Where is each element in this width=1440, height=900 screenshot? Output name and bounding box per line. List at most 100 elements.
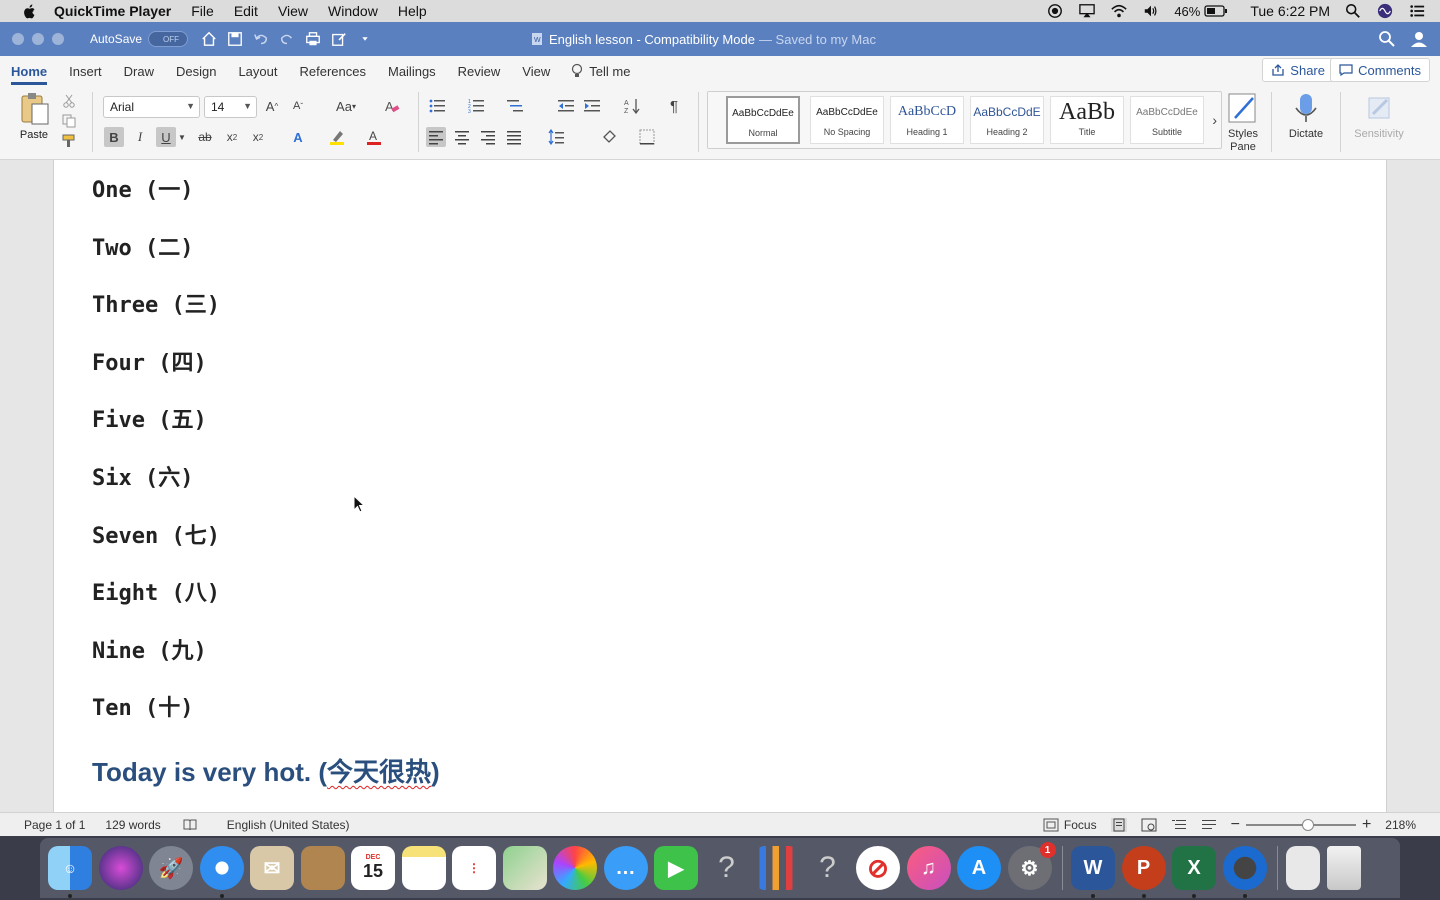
facetime-camera-icon[interactable]: ▶ [654,846,698,890]
zoom-out-button[interactable]: − [1231,816,1240,834]
finder-icon[interactable]: ☺ [48,846,92,898]
notification-center-icon[interactable] [1408,3,1426,19]
siri-icon[interactable] [98,846,143,890]
redo-icon[interactable] [278,31,296,47]
tab-mailings[interactable]: Mailings [388,58,436,85]
tab-home[interactable]: Home [11,58,48,85]
excel-app-icon[interactable]: X [1172,846,1216,898]
page-count[interactable]: Page 1 of 1 [24,818,85,832]
bold-button[interactable]: B [104,127,124,147]
wifi-icon[interactable] [1110,3,1128,19]
edit-document-icon[interactable] [330,31,348,47]
word-count[interactable]: 129 words [105,818,160,832]
battery-icon[interactable] [1204,3,1228,19]
sensitivity-button[interactable]: Sensitivity [1350,92,1408,140]
safari-compass-icon[interactable] [199,846,244,898]
music-note-icon[interactable]: ♫ [906,846,951,890]
zoom-slider[interactable] [1245,819,1356,831]
shading-button[interactable] [599,127,619,147]
customize-toolbar-icon[interactable] [356,31,374,47]
cut-icon[interactable] [62,94,76,108]
powerpoint-app-icon[interactable]: P [1121,846,1166,898]
change-case-button[interactable]: Aa ▾ [330,96,362,116]
tab-insert[interactable]: Insert [69,58,102,85]
document-line-seven[interactable]: Seven (七) [92,518,220,550]
proofing-book-icon[interactable] [183,819,197,831]
tab-references[interactable]: References [300,58,366,85]
app-name-menu[interactable]: QuickTime Player [54,3,171,19]
search-icon[interactable] [1378,30,1396,48]
sort-button[interactable]: AZ [622,96,642,116]
document-line-two[interactable]: Two (二) [92,230,193,262]
zoom-level[interactable]: 218% [1385,818,1416,832]
document-sentence[interactable]: Today is very hot. (今天很热) [92,752,440,789]
align-center-button[interactable] [452,127,472,147]
tab-layout[interactable]: Layout [238,58,277,85]
contacts-book-icon[interactable] [300,846,345,890]
strikethrough-button[interactable]: ab [195,127,215,147]
style-no-spacing[interactable]: AaBbCcDdEe No Spacing [810,96,884,144]
styles-pane-button[interactable]: Styles Pane [1224,92,1262,154]
menu-view[interactable]: View [278,3,308,19]
focus-mode-button[interactable]: Focus [1043,818,1097,832]
zoom-in-button[interactable]: + [1362,816,1371,834]
style-heading-2[interactable]: AaBbCcDdE Heading 2 [970,96,1044,144]
share-button[interactable]: Share [1262,58,1334,82]
tab-draw[interactable]: Draw [124,58,154,85]
numbering-button[interactable]: 123 [466,96,486,116]
zoom-slider-knob[interactable] [1301,819,1314,831]
highlight-color-button[interactable] [327,127,347,147]
tell-me-search[interactable]: Tell me [571,63,630,79]
home-icon[interactable] [200,31,218,47]
menu-file[interactable]: File [191,3,214,19]
style-subtitle[interactable]: AaBbCcDdEe Subtitle [1130,96,1204,144]
print-icon[interactable] [304,31,322,47]
photos-icon[interactable] [553,846,597,890]
document-line-three[interactable]: Three (三) [92,287,220,319]
grow-font-button[interactable]: A ^ [262,96,282,116]
notes-icon[interactable] [401,846,446,890]
document-line-four[interactable]: Four (四) [92,345,207,377]
align-right-button[interactable] [478,127,498,147]
clear-formatting-button[interactable]: A [382,96,402,116]
menu-help[interactable]: Help [398,3,427,19]
minimize-window-button[interactable] [32,33,44,45]
shrink-font-button[interactable]: Aˇ [288,96,308,116]
maps-icon[interactable] [502,846,547,890]
volume-icon[interactable] [1142,3,1160,19]
underline-options-chevron-icon[interactable]: ▼ [176,127,188,147]
tab-view[interactable]: View [522,58,550,85]
multilevel-list-button[interactable] [505,96,525,116]
unknown-app-question-icon[interactable]: ? [806,846,850,890]
mail-stamp-icon[interactable]: ✉ [250,846,294,890]
draft-view-icon[interactable] [1201,818,1217,832]
align-left-button[interactable] [426,127,446,147]
downloads-folder-icon[interactable] [1286,846,1320,890]
print-layout-view-icon[interactable] [1110,818,1127,832]
reminders-list-icon[interactable]: ⋮ [452,846,496,890]
account-icon[interactable] [1410,30,1428,48]
chevron-right-icon[interactable]: › [1212,112,1217,128]
text-effects-button[interactable]: A [288,127,308,147]
menu-edit[interactable]: Edit [234,3,258,19]
siri-icon[interactable] [1376,3,1394,19]
paste-button[interactable]: Paste [14,92,54,141]
menu-window[interactable]: Window [328,3,378,19]
outline-view-icon[interactable] [1171,818,1187,832]
document-line-nine[interactable]: Nine (九) [92,633,207,665]
font-size-select[interactable]: 14 ▼ [204,96,257,118]
undo-icon[interactable] [252,31,270,47]
save-icon[interactable] [226,31,244,47]
autosave-toggle[interactable]: OFF [148,31,189,47]
italic-button[interactable]: I [130,127,150,147]
web-layout-view-icon[interactable] [1141,818,1157,832]
subscript-button[interactable]: x2 [222,127,242,147]
menubar-clock[interactable]: Tue 6:22 PM [1250,3,1330,19]
word-app-icon[interactable]: W [1071,846,1115,898]
justify-button[interactable] [504,127,524,147]
document-line-ten[interactable]: Ten (十) [92,690,193,722]
apple-icon[interactable] [20,3,40,19]
font-name-select[interactable]: Arial ▼ [103,96,200,118]
app-store-icon[interactable]: A [957,846,1001,890]
screen-record-icon[interactable] [1046,3,1064,19]
